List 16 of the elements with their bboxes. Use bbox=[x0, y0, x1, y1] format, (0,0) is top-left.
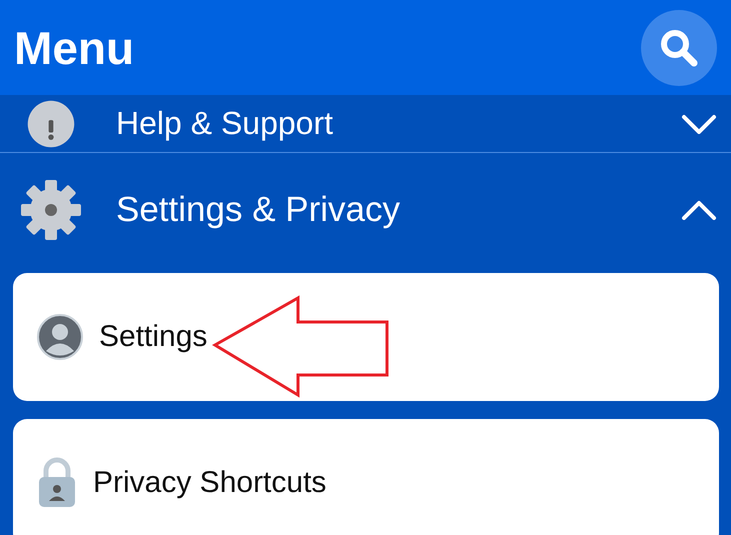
chevron-down-icon[interactable] bbox=[681, 114, 717, 134]
help-icon bbox=[27, 100, 75, 148]
menu-card[interactable]: Privacy Shortcuts bbox=[13, 419, 719, 535]
card-label: Privacy Shortcuts bbox=[93, 466, 326, 500]
section-row[interactable]: Settings & Privacy bbox=[0, 153, 731, 267]
section-row[interactable]: Help & Support bbox=[0, 95, 731, 152]
menu-title: Menu bbox=[14, 20, 134, 74]
section-label: Settings & Privacy bbox=[116, 190, 401, 230]
section-label: Help & Support bbox=[116, 105, 334, 142]
card-label: Settings bbox=[99, 320, 208, 354]
gear-icon bbox=[20, 179, 82, 241]
avatar-icon bbox=[37, 314, 83, 360]
menu-card[interactable]: Settings bbox=[13, 273, 719, 401]
chevron-up-icon[interactable] bbox=[681, 200, 717, 220]
search-icon bbox=[659, 28, 699, 68]
lock-icon bbox=[37, 457, 77, 509]
